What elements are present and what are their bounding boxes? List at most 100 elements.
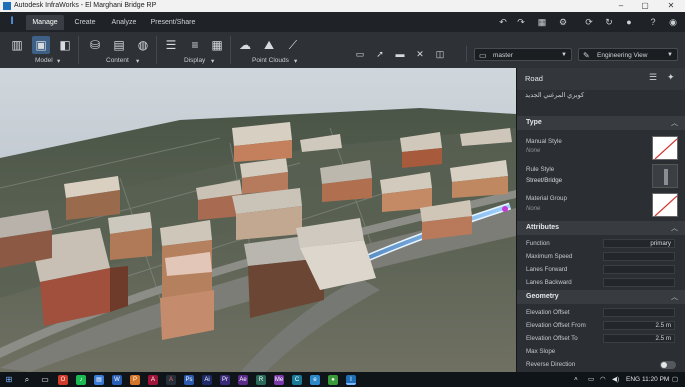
view-mode-dropdown[interactable]: ✎ Engineering View ▼ — [578, 48, 678, 61]
lanes-backward-field[interactable] — [603, 278, 675, 287]
panel-icon[interactable]: ◫ — [433, 47, 447, 61]
close-icon[interactable]: ✕ — [660, 0, 682, 12]
ribbon-group-content[interactable]: Content — [106, 57, 129, 64]
search-icon[interactable]: ⌕ — [22, 375, 32, 385]
chevron-down-icon[interactable]: ▾ — [57, 57, 60, 65]
word-icon[interactable]: W — [112, 375, 122, 385]
manual-style-value: None — [526, 148, 541, 154]
chrome-icon[interactable]: ● — [328, 375, 338, 385]
app-icon — [3, 2, 11, 10]
volume-icon[interactable]: ◀) — [612, 375, 619, 385]
menu-icon[interactable]: ☰ — [649, 72, 657, 83]
none-swatch-icon — [654, 138, 677, 159]
chevron-up-icon[interactable]: ︿ — [671, 292, 678, 302]
cloud-icon[interactable]: ☁ — [236, 36, 254, 54]
user-icon[interactable]: ● — [622, 15, 636, 29]
list-icon[interactable]: ▦ — [208, 36, 226, 54]
import-icon[interactable]: ◧ — [56, 36, 74, 54]
tab-create[interactable]: Create — [70, 15, 100, 30]
model-properties-icon[interactable]: ▣ — [32, 36, 50, 54]
after-effects-icon[interactable]: Ae — [238, 375, 248, 385]
file-explorer-icon[interactable]: ▤ — [94, 375, 104, 385]
pin-icon[interactable]: ✦ — [667, 72, 675, 83]
material-group-swatch[interactable] — [652, 193, 678, 217]
help-icon[interactable]: ? — [646, 15, 660, 29]
max-speed-field[interactable] — [603, 252, 675, 261]
section-geometry[interactable]: Geometry ︿ — [517, 290, 685, 304]
edit-icon[interactable]: ▬ — [393, 47, 407, 61]
powerpoint-icon[interactable]: P — [130, 375, 140, 385]
grid-icon[interactable]: ▦ — [535, 15, 549, 29]
3d-viewport[interactable] — [0, 68, 516, 372]
ribbon-divider — [466, 46, 467, 62]
windows-start-icon[interactable]: ⊞ — [4, 375, 14, 385]
section-type[interactable]: Type ︿ — [517, 116, 685, 130]
layers-icon[interactable]: ☰ — [162, 36, 180, 54]
terrain-icon[interactable]: ⛰ — [260, 36, 278, 54]
max-speed-label: Maximum Speed — [526, 253, 573, 260]
tab-analyze[interactable]: Analyze — [106, 15, 142, 30]
chevron-down-icon[interactable]: ▾ — [136, 57, 139, 65]
opera-icon[interactable]: O — [58, 375, 68, 385]
lanes-backward-label: Lanes Backward — [526, 279, 572, 286]
elevation-offset-to-field[interactable]: 2.5 m — [603, 334, 675, 343]
spotify-icon[interactable]: ♪ — [76, 375, 86, 385]
refresh-icon[interactable]: ↻ — [602, 15, 616, 29]
infraworks-logo-icon[interactable]: I — [6, 14, 18, 28]
clock[interactable]: 11:20 PM — [642, 375, 669, 385]
redo-icon[interactable]: ↷ — [514, 15, 528, 29]
minimize-icon[interactable]: – — [610, 0, 632, 12]
infraworks-taskbar-icon[interactable]: I — [346, 375, 356, 385]
chevron-down-icon[interactable]: ▾ — [211, 57, 214, 65]
photoshop-icon[interactable]: Ps — [184, 375, 194, 385]
chevron-down-icon[interactable]: ▾ — [294, 57, 297, 65]
manual-style-swatch[interactable] — [652, 136, 678, 160]
civil3d-icon[interactable]: C — [292, 375, 302, 385]
ribbon-group-model[interactable]: Model — [35, 57, 53, 64]
layers-alt-icon[interactable]: ≡ — [186, 36, 204, 54]
maximize-icon[interactable]: ▢ — [634, 0, 656, 12]
ribbon-group-point-clouds[interactable]: Point Clouds — [252, 57, 289, 64]
city-model-scene[interactable] — [0, 68, 516, 372]
edge-icon[interactable]: e — [310, 375, 320, 385]
revit-icon[interactable]: R — [256, 375, 266, 385]
account-icon[interactable]: ◉ — [666, 15, 680, 29]
section-attributes[interactable]: Attributes ︿ — [517, 221, 685, 235]
language-indicator[interactable]: ENG — [626, 375, 640, 385]
premiere-icon[interactable]: Pr — [220, 375, 230, 385]
tab-manage[interactable]: Manage — [26, 15, 64, 30]
notifications-icon[interactable]: ▢ — [672, 375, 678, 385]
elevation-offset-from-field[interactable]: 2.5 m — [603, 321, 675, 330]
media-encoder-icon[interactable]: Me — [274, 375, 284, 385]
autocad-icon[interactable]: A — [148, 375, 158, 385]
tab-present-share[interactable]: Present/Share — [148, 15, 198, 30]
select-icon[interactable]: ➚ — [373, 47, 387, 61]
ruler-icon[interactable]: ⟋ — [284, 36, 302, 54]
material-group-value: None — [526, 206, 541, 212]
settings-icon[interactable]: ⚙ — [556, 15, 570, 29]
illustrator-icon[interactable]: Ai — [202, 375, 212, 385]
stacked-files-icon[interactable]: ▤ — [110, 36, 128, 54]
database-icon[interactable]: ⛁ — [86, 36, 104, 54]
undo-icon[interactable]: ↶ — [496, 15, 510, 29]
reverse-direction-toggle[interactable] — [660, 361, 676, 369]
rule-style-swatch[interactable] — [652, 164, 678, 188]
tray-chevron-icon[interactable]: ˄ — [574, 375, 578, 385]
section-geometry-title: Geometry — [526, 293, 559, 300]
elevation-offset-field[interactable] — [603, 308, 675, 317]
wifi-icon[interactable]: ◠ — [600, 375, 606, 385]
sync-icon[interactable]: ⟳ — [582, 15, 596, 29]
chevron-up-icon[interactable]: ︿ — [671, 223, 678, 233]
branch-dropdown[interactable]: ▭ master ▼ — [474, 48, 572, 61]
data-sources-icon[interactable]: ▥ — [8, 36, 26, 54]
style-palette-icon[interactable]: ◍ — [134, 36, 152, 54]
acrobat-icon[interactable]: A — [166, 375, 176, 385]
lanes-forward-field[interactable] — [603, 265, 675, 274]
function-field[interactable]: primary — [603, 239, 675, 248]
measure-icon[interactable]: ✕ — [413, 47, 427, 61]
task-view-icon[interactable]: ▭ — [40, 375, 50, 385]
chevron-up-icon[interactable]: ︿ — [671, 118, 678, 128]
panel-header: Road ☰ ✦ — [517, 68, 685, 90]
ribbon-group-display[interactable]: Display — [184, 57, 205, 64]
view-icon[interactable]: ▭ — [353, 47, 367, 61]
